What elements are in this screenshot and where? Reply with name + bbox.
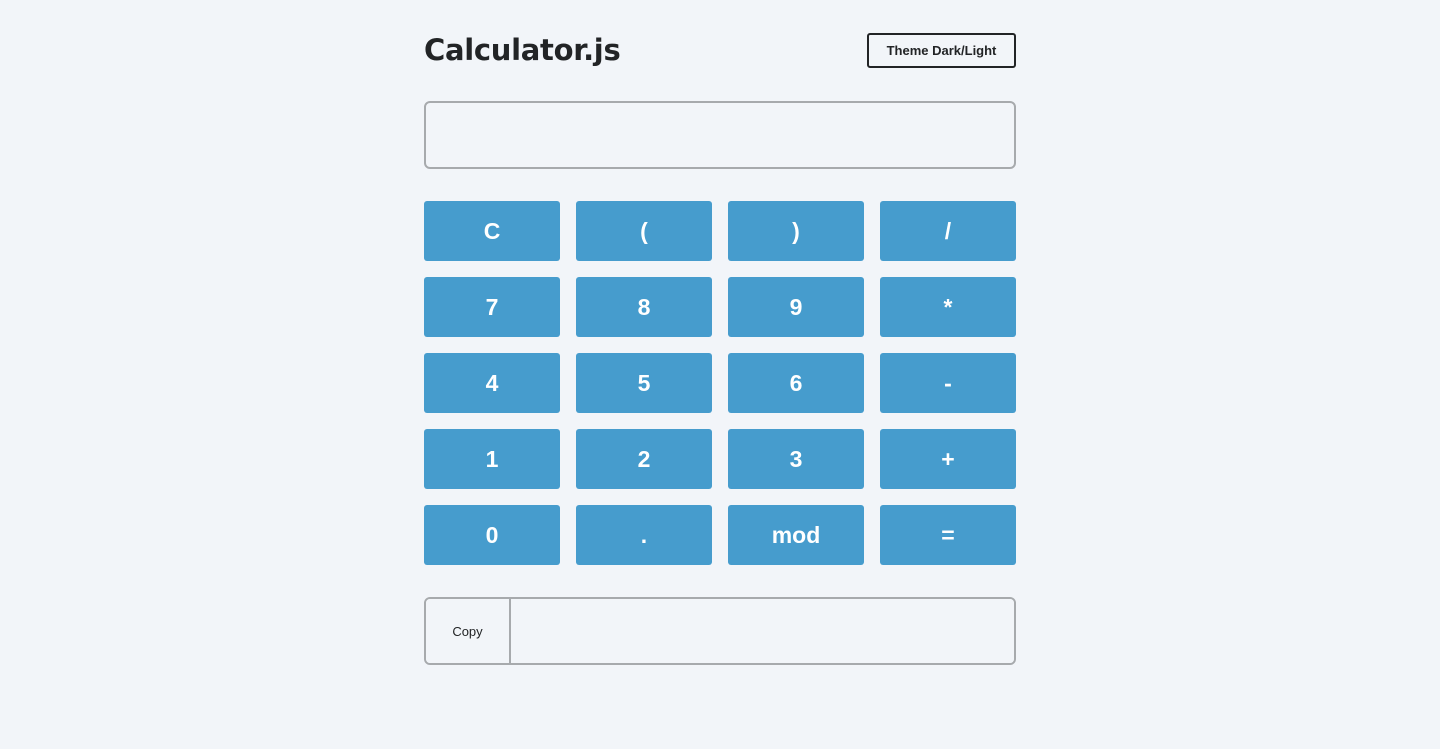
key-open-paren-button[interactable]: ( <box>576 201 712 261</box>
key-3-button[interactable]: 3 <box>728 429 864 489</box>
key-add-button[interactable]: + <box>880 429 1016 489</box>
key-7-button[interactable]: 7 <box>424 277 560 337</box>
key-mod-button[interactable]: mod <box>728 505 864 565</box>
key-8-button[interactable]: 8 <box>576 277 712 337</box>
key-clear-button[interactable]: C <box>424 201 560 261</box>
page-title: Calculator.js <box>424 33 621 67</box>
key-equals-button[interactable]: = <box>880 505 1016 565</box>
key-multiply-button[interactable]: * <box>880 277 1016 337</box>
key-5-button[interactable]: 5 <box>576 353 712 413</box>
key-divide-button[interactable]: / <box>880 201 1016 261</box>
copy-button[interactable]: Copy <box>426 599 511 663</box>
header: Calculator.js Theme Dark/Light <box>424 33 1016 68</box>
theme-toggle-button[interactable]: Theme Dark/Light <box>867 33 1016 68</box>
result-output-field[interactable] <box>511 599 1014 663</box>
key-4-button[interactable]: 4 <box>424 353 560 413</box>
key-6-button[interactable]: 6 <box>728 353 864 413</box>
expression-display-input[interactable] <box>424 101 1016 169</box>
keypad: C ( ) / 7 8 9 * 4 5 6 - 1 2 3 + 0 . mod … <box>424 201 1016 565</box>
key-0-button[interactable]: 0 <box>424 505 560 565</box>
key-close-paren-button[interactable]: ) <box>728 201 864 261</box>
key-decimal-button[interactable]: . <box>576 505 712 565</box>
result-bar: Copy <box>424 597 1016 665</box>
key-9-button[interactable]: 9 <box>728 277 864 337</box>
key-1-button[interactable]: 1 <box>424 429 560 489</box>
key-subtract-button[interactable]: - <box>880 353 1016 413</box>
key-2-button[interactable]: 2 <box>576 429 712 489</box>
